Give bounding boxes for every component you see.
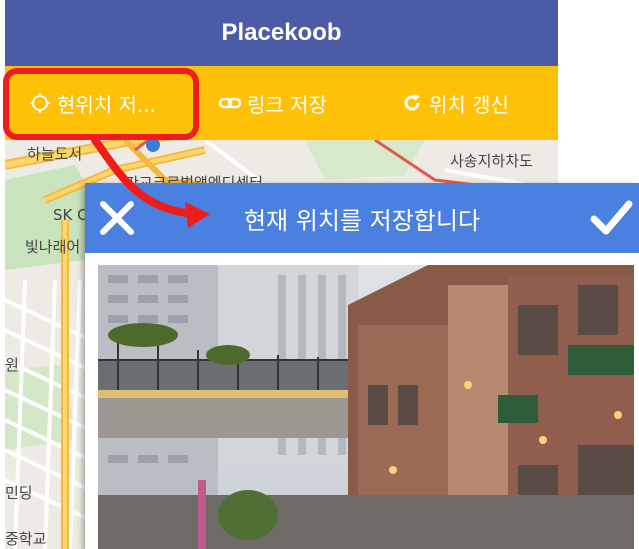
map-label-sk: SK C bbox=[53, 206, 88, 224]
dialog-title: 현재 위치를 저장합니다 bbox=[243, 206, 481, 235]
refresh-icon bbox=[401, 92, 423, 114]
map-label-park: 원 bbox=[5, 356, 19, 374]
app-title: Placekoob bbox=[221, 19, 342, 46]
map-label-library: 하늘도서 bbox=[27, 145, 83, 163]
map-label-school: 중학교 bbox=[5, 530, 47, 548]
map-label-underpass: 사송지하차도 bbox=[450, 152, 533, 170]
refresh-location-label: 위치 갱신 bbox=[429, 92, 509, 117]
map-label-bitnarae: 빛나래어 bbox=[25, 238, 81, 256]
app-bar: Placekoob bbox=[5, 0, 558, 66]
link-icon bbox=[219, 92, 241, 114]
check-icon[interactable] bbox=[589, 196, 633, 240]
location-photo bbox=[98, 265, 634, 549]
refresh-location-button[interactable]: 위치 갱신 bbox=[401, 66, 509, 140]
save-link-label: 링크 저장 bbox=[247, 92, 327, 117]
map-label-building: 민딩 bbox=[5, 484, 33, 502]
highlight-box bbox=[3, 68, 199, 140]
save-link-button[interactable]: 링크 저장 bbox=[219, 66, 327, 140]
dialog-header: 현재 위치를 저장합니다 bbox=[85, 183, 639, 253]
save-location-dialog: 현재 위치를 저장합니다 bbox=[85, 183, 639, 549]
